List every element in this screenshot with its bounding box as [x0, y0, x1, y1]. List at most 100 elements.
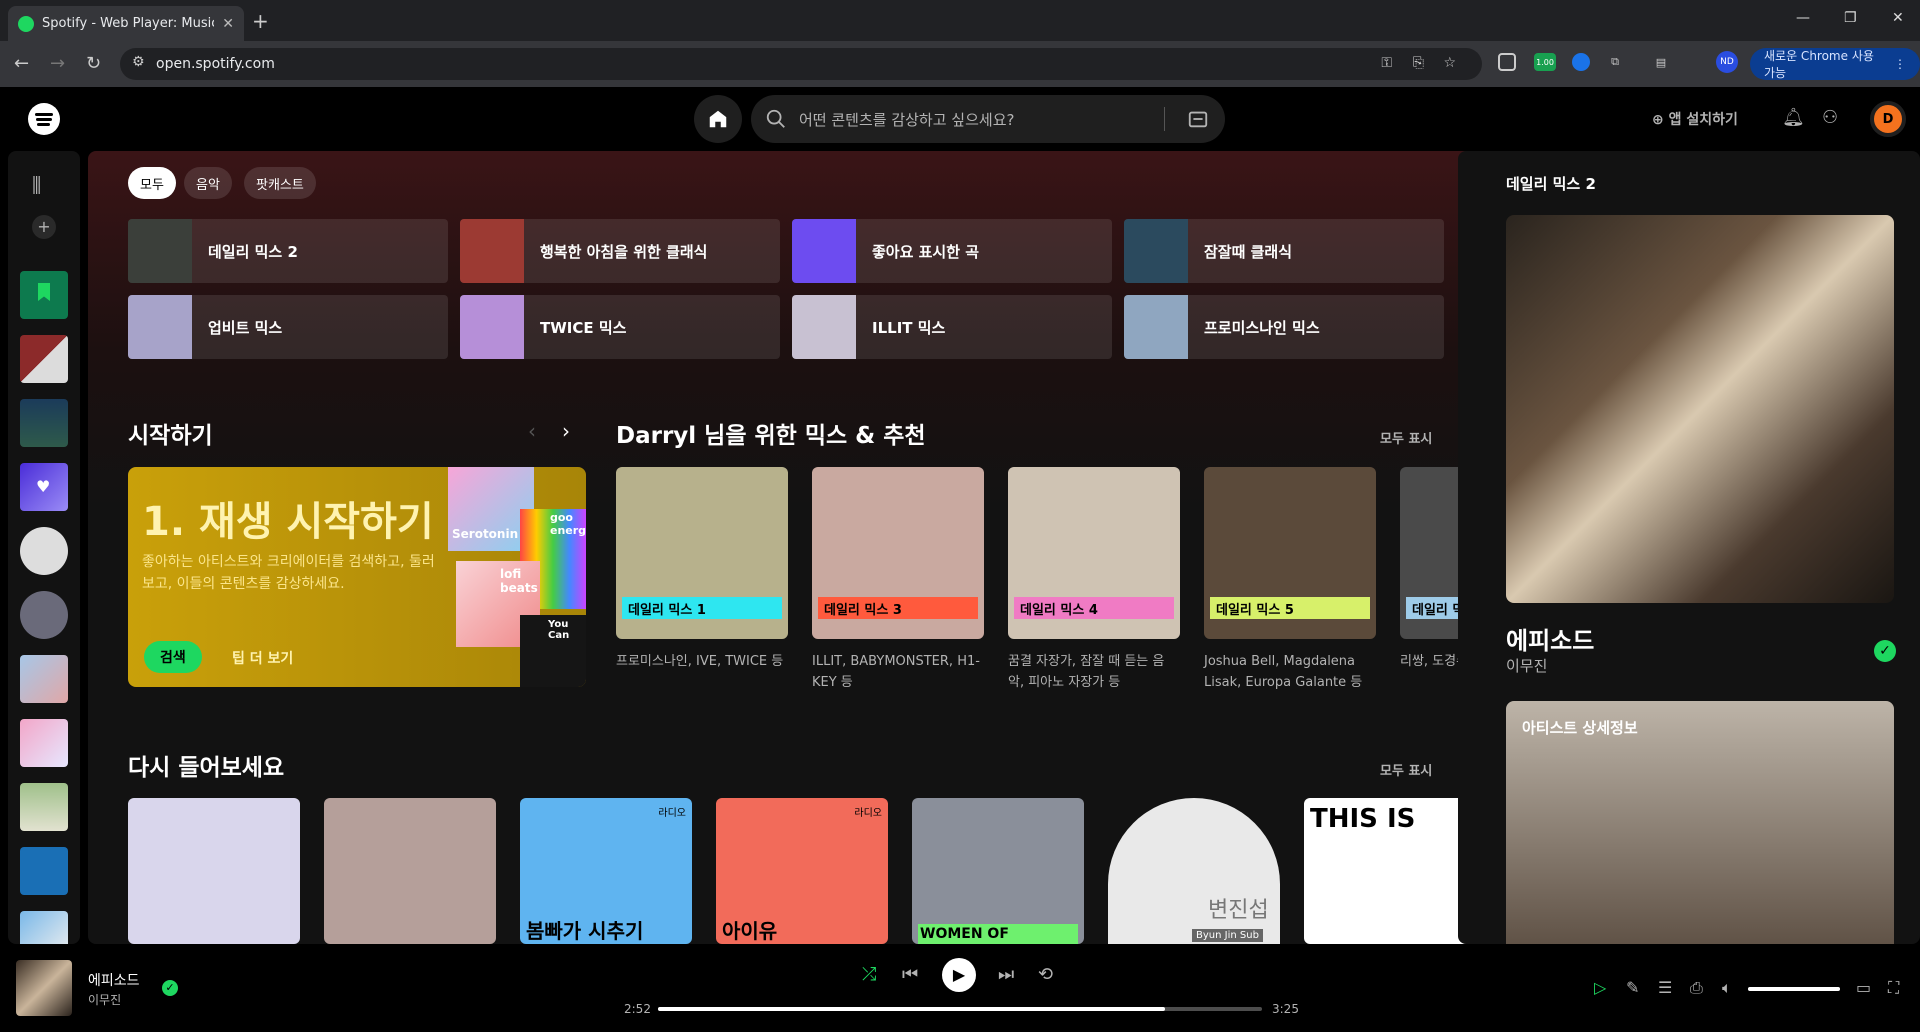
daily-mix-card[interactable]: 데일리 믹스 4 — [1008, 467, 1180, 639]
bookmark-star-icon[interactable]: ☆ — [1443, 55, 1456, 71]
shortcut-card[interactable]: 좋아요 표시한 곡 — [792, 219, 1112, 283]
shortcut-card[interactable]: 프로미스나인 믹스 — [1124, 295, 1444, 359]
back-icon[interactable]: ← — [14, 53, 29, 74]
filter-chip-music[interactable]: 음악 — [184, 167, 232, 199]
daily-mix-card[interactable]: 데일리 믹스 3 — [812, 467, 984, 639]
show-all-recent-link[interactable]: 모두 표시 — [1380, 760, 1432, 779]
now-playing-view-icon[interactable]: ▷ — [1594, 978, 1606, 997]
recent-item-card[interactable]: 라디오 아이유 — [716, 798, 888, 944]
restore-icon[interactable]: ❐ — [1844, 10, 1857, 26]
install-app-button[interactable]: ⊕ 앱 설치하기 — [1652, 109, 1738, 129]
create-playlist-icon[interactable]: + — [32, 215, 56, 239]
recent-item-card[interactable]: WOMEN OF — [912, 798, 1084, 944]
shortcut-card[interactable]: TWICE 믹스 — [460, 295, 780, 359]
library-artist-item[interactable] — [20, 527, 68, 575]
extension-icon[interactable] — [1498, 53, 1516, 71]
search-bar[interactable]: 어떤 콘텐츠를 감상하고 싶으세요? — [751, 95, 1225, 143]
volume-slider[interactable] — [1748, 987, 1840, 991]
reload-icon[interactable]: ↻ — [86, 53, 101, 74]
browse-icon[interactable] — [1187, 108, 1209, 130]
install-app-icon[interactable]: ⎘ — [1413, 55, 1424, 71]
library-item[interactable] — [20, 335, 68, 383]
filter-chip-podcasts[interactable]: 팟캐스트 — [244, 167, 316, 199]
player-saved-check-icon[interactable]: ✓ — [162, 980, 178, 996]
close-window-icon[interactable]: ✕ — [1892, 10, 1904, 26]
library-item[interactable] — [20, 911, 68, 944]
library-item[interactable] — [20, 399, 68, 447]
recent-item-card[interactable]: THIS IS — [1304, 798, 1476, 944]
panel-artist[interactable]: 이무진 — [1506, 655, 1547, 676]
tips-button[interactable]: 팁 더 보기 — [232, 648, 293, 668]
artist-about-card[interactable]: 아티스트 상세정보 — [1506, 701, 1894, 944]
liked-songs-item[interactable]: ♥ — [20, 463, 68, 511]
library-item[interactable] — [20, 847, 68, 895]
update-chrome-button[interactable]: 새로운 Chrome 사용 가능 ⋮ — [1750, 48, 1920, 80]
player-cover-art[interactable] — [16, 960, 72, 1016]
connect-device-icon[interactable]: ⎙ — [1690, 978, 1703, 998]
daily-mix-card[interactable]: 데일리 믹스 1 — [616, 467, 788, 639]
fullscreen-icon[interactable]: ⛶ — [1888, 978, 1899, 998]
library-item[interactable] — [20, 783, 68, 831]
search-button[interactable]: 검색 — [144, 641, 202, 673]
repeat-icon[interactable]: ⟲ — [1038, 964, 1053, 985]
start-playing-card[interactable]: 1. 재생 시작하기 좋아하는 아티스트와 크리에이터를 검색하고, 둘러보고,… — [128, 467, 586, 687]
extension-badge-icon[interactable]: 1.00 — [1534, 53, 1556, 71]
mini-player-icon[interactable]: ▭ — [1856, 978, 1871, 997]
browser-tab[interactable]: Spotify - Web Player: Music fo ✕ — [8, 6, 244, 41]
site-info-icon[interactable]: ⚙ — [132, 54, 145, 70]
recent-item-card[interactable]: 라디오 봄빠가 시추기 — [520, 798, 692, 944]
shortcut-label: 좋아요 표시한 곡 — [872, 242, 980, 261]
previous-track-icon[interactable]: ⏮ — [902, 964, 918, 985]
prev-arrow-icon[interactable]: ‹ — [528, 419, 536, 443]
password-key-icon[interactable]: ⚿ — [1381, 55, 1392, 71]
next-track-icon[interactable]: ⏭ — [998, 964, 1014, 985]
recent-item-card[interactable] — [128, 798, 300, 944]
library-icon[interactable]: ⫼ — [32, 173, 41, 197]
recent-item-card[interactable] — [324, 798, 496, 944]
notifications-bell-icon[interactable]: 🔔︎ — [1782, 107, 1805, 128]
library-item[interactable] — [20, 719, 68, 767]
address-bar[interactable]: ⚙ open.spotify.com ⚿ ⎘ ☆ — [120, 48, 1482, 80]
extensions-puzzle-icon[interactable]: ⧉ — [1606, 53, 1624, 71]
library-item[interactable] — [20, 655, 68, 703]
shortcut-card[interactable]: 데일리 믹스 2 — [128, 219, 448, 283]
show-all-mixes-link[interactable]: 모두 표시 — [1380, 428, 1432, 447]
progress-bar[interactable] — [658, 1007, 1262, 1011]
player-track-title[interactable]: 에피소드 — [88, 970, 140, 990]
profile-avatar[interactable]: ND — [1716, 51, 1738, 73]
browser-toolbar: ← → ↻ ⚙ open.spotify.com ⚿ ⎘ ☆ 1.00 ⧉ ▤ … — [0, 41, 1920, 87]
section-title-mixes: Darryl 님을 위한 믹스 & 추천 — [616, 423, 926, 449]
shortcut-card[interactable]: 행복한 아침을 위한 클래식 — [460, 219, 780, 283]
new-tab-button[interactable]: + — [252, 9, 269, 33]
volume-icon[interactable]: 🔈︎ — [1722, 978, 1732, 998]
library-artist-item[interactable] — [20, 591, 68, 639]
spotify-logo-icon[interactable] — [28, 103, 60, 135]
minimize-icon[interactable]: — — [1796, 10, 1810, 26]
filter-chip-all[interactable]: 모두 — [128, 167, 176, 199]
panel-track-title[interactable]: 에피소드 — [1506, 621, 1594, 656]
side-panel-icon[interactable]: ▤ — [1652, 53, 1670, 71]
shortcut-card[interactable]: 잠잘때 클래식 — [1124, 219, 1444, 283]
saved-episodes-item[interactable] — [20, 271, 68, 319]
shortcut-card[interactable]: 업비트 믹스 — [128, 295, 448, 359]
more-menu-icon[interactable]: ⋮ — [1894, 57, 1906, 71]
user-avatar[interactable]: D — [1870, 101, 1906, 137]
play-button[interactable]: ▶ — [942, 958, 976, 992]
saved-check-icon[interactable]: ✓ — [1874, 640, 1896, 662]
daily-mix-card[interactable]: 데일리 믹스 5 — [1204, 467, 1376, 639]
daily-mix-desc: 꿈결 자장가, 잠잘 때 듣는 음악, 피아노 자장가 등 — [1008, 654, 1165, 690]
extension-icon[interactable] — [1572, 53, 1590, 71]
next-arrow-icon[interactable]: › — [562, 419, 570, 443]
forward-icon[interactable]: → — [50, 53, 65, 74]
daily-mix-desc: ILLIT, BABYMONSTER, H1-KEY 등 — [812, 654, 980, 690]
recent-item-card[interactable]: 변진섭 Byun Jin Sub — [1108, 798, 1280, 944]
player-artist[interactable]: 이무진 — [88, 991, 121, 1008]
panel-title[interactable]: 데일리 믹스 2 — [1506, 173, 1596, 194]
shuffle-icon[interactable]: ⤮ — [862, 964, 876, 985]
queue-icon[interactable]: ☰ — [1658, 978, 1672, 997]
close-tab-icon[interactable]: ✕ — [222, 16, 234, 32]
friend-activity-icon[interactable]: ⚇ — [1822, 107, 1838, 128]
lyrics-mic-icon[interactable]: ✎ — [1626, 978, 1639, 997]
shortcut-card[interactable]: ILLIT 믹스 — [792, 295, 1112, 359]
home-button[interactable] — [694, 95, 742, 143]
